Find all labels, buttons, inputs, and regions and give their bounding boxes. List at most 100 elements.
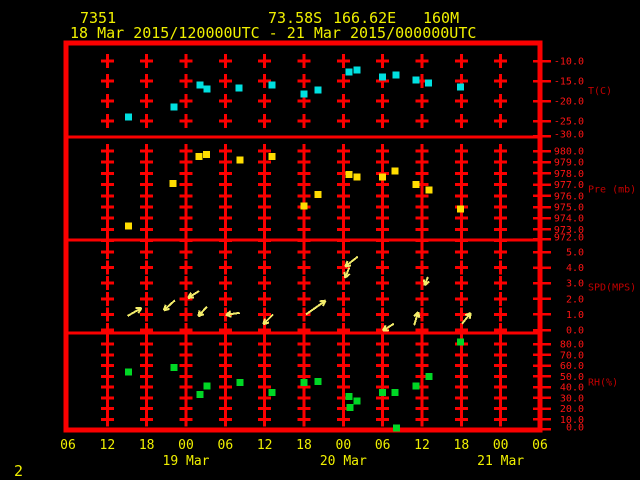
panel-label: Pre (mb) — [588, 185, 636, 196]
y-tick-label: 70.0 — [560, 350, 584, 361]
temp-point — [314, 86, 322, 94]
y-tick-label: 40.0 — [560, 383, 584, 394]
rh-point — [391, 388, 399, 396]
temp-point — [425, 79, 433, 87]
y-tick-label: 972.0 — [554, 233, 584, 244]
rh-point — [268, 388, 276, 396]
panel-label: SPD(MPS) — [588, 283, 636, 294]
rh-point — [379, 388, 387, 396]
temp-point — [235, 84, 243, 92]
temp-point — [196, 81, 204, 89]
x-tick-label: 06 — [532, 438, 548, 453]
pressure-point — [169, 179, 177, 187]
y-tick-label: -15.0 — [554, 77, 584, 88]
y-tick-label: 80.0 — [560, 340, 584, 351]
date-label: 21 Mar — [477, 454, 524, 469]
y-tick-label: -30.0 — [554, 130, 584, 141]
x-tick-label: 12 — [414, 438, 430, 453]
temp-point — [457, 83, 465, 91]
pressure-point — [124, 222, 132, 230]
pressure-point — [268, 153, 276, 161]
y-tick-label: 20.0 — [560, 404, 584, 415]
y-tick-label: 980.0 — [554, 147, 584, 158]
y-tick-label: 4.0 — [566, 263, 584, 274]
temp-point — [379, 73, 387, 81]
rh-point — [300, 379, 308, 387]
temp-point — [412, 76, 420, 84]
rh-point — [236, 379, 244, 387]
rh-point — [124, 368, 132, 376]
y-tick-label: 975.0 — [554, 203, 584, 214]
rh-point — [346, 403, 354, 411]
pressure-point — [379, 173, 387, 181]
y-tick-label: -10.0 — [554, 57, 584, 68]
rh-point — [353, 397, 361, 405]
rh-point — [170, 364, 178, 372]
y-tick-label: 976.0 — [554, 191, 584, 202]
panel-label: T(C) — [588, 86, 612, 97]
pressure-point — [195, 153, 203, 161]
date-label: 20 Mar — [320, 454, 367, 469]
temp-point — [353, 66, 361, 74]
x-tick-label: 18 — [454, 438, 470, 453]
temp-point — [203, 85, 211, 93]
y-tick-label: -25.0 — [554, 117, 584, 128]
x-tick-label: 06 — [60, 438, 76, 453]
rh-point — [425, 372, 433, 380]
x-tick-label: 06 — [218, 438, 234, 453]
x-tick-label: 18 — [296, 438, 312, 453]
x-tick-label: 00 — [336, 438, 352, 453]
pressure-point — [457, 205, 465, 213]
rh-point — [345, 393, 353, 401]
pressure-point — [353, 173, 361, 181]
pressure-point — [300, 202, 308, 210]
x-tick-label: 18 — [139, 438, 155, 453]
temp-point — [300, 90, 308, 98]
y-tick-label: 974.0 — [554, 214, 584, 225]
temp-point — [124, 113, 132, 121]
wind-arrow-head — [468, 312, 472, 319]
y-tick-label: -20.0 — [554, 97, 584, 108]
meteogram-plot: 7351 73.58S 166.62E 160M 18 Mar 2015/120… — [0, 0, 640, 480]
y-tick-label: 5.0 — [566, 248, 584, 259]
page-number: 2 — [14, 462, 23, 480]
pressure-point — [412, 181, 420, 189]
pressure-point — [425, 186, 433, 194]
x-tick-label: 12 — [100, 438, 116, 453]
temp-point — [345, 68, 353, 76]
y-tick-label: 3.0 — [566, 279, 584, 290]
pressure-point — [391, 167, 399, 175]
wind-arrow-head — [343, 271, 347, 278]
y-tick-label: 30.0 — [560, 393, 584, 404]
y-tick-label: 1.0 — [566, 310, 584, 321]
temp-point — [268, 81, 276, 89]
y-tick-label: 978.0 — [554, 169, 584, 180]
pressure-point — [202, 150, 210, 158]
pressure-point — [314, 191, 322, 199]
rh-point — [392, 424, 400, 432]
rh-point — [457, 338, 465, 346]
rh-point — [203, 382, 211, 390]
pressure-point — [345, 171, 353, 179]
wind-arrow-head — [422, 279, 426, 286]
pressure-point — [236, 156, 244, 164]
rh-point — [412, 382, 420, 390]
y-tick-label: 50.0 — [560, 372, 584, 383]
y-tick-label: 2.0 — [566, 294, 584, 305]
date-label: 19 Mar — [163, 454, 210, 469]
x-tick-label: 12 — [257, 438, 273, 453]
y-tick-label: 60.0 — [560, 361, 584, 372]
y-tick-label: 979.0 — [554, 158, 584, 169]
rh-point — [196, 391, 204, 399]
y-tick-label: 0.0 — [566, 423, 584, 434]
wind-arrow-head — [197, 310, 201, 317]
y-tick-label: 977.0 — [554, 180, 584, 191]
time-period: 18 Mar 2015/120000UTC - 21 Mar 2015/0000… — [70, 24, 476, 42]
wind-arrow-shaft — [305, 299, 327, 316]
x-tick-label: 06 — [375, 438, 391, 453]
panel-label: RH(%) — [588, 378, 618, 389]
wind-arrow-head — [417, 311, 421, 319]
meteogram-screen: { "header": { "station_id": "7351", "lat… — [0, 0, 640, 480]
x-tick-label: 00 — [493, 438, 509, 453]
y-tick-label: 0.0 — [566, 326, 584, 337]
